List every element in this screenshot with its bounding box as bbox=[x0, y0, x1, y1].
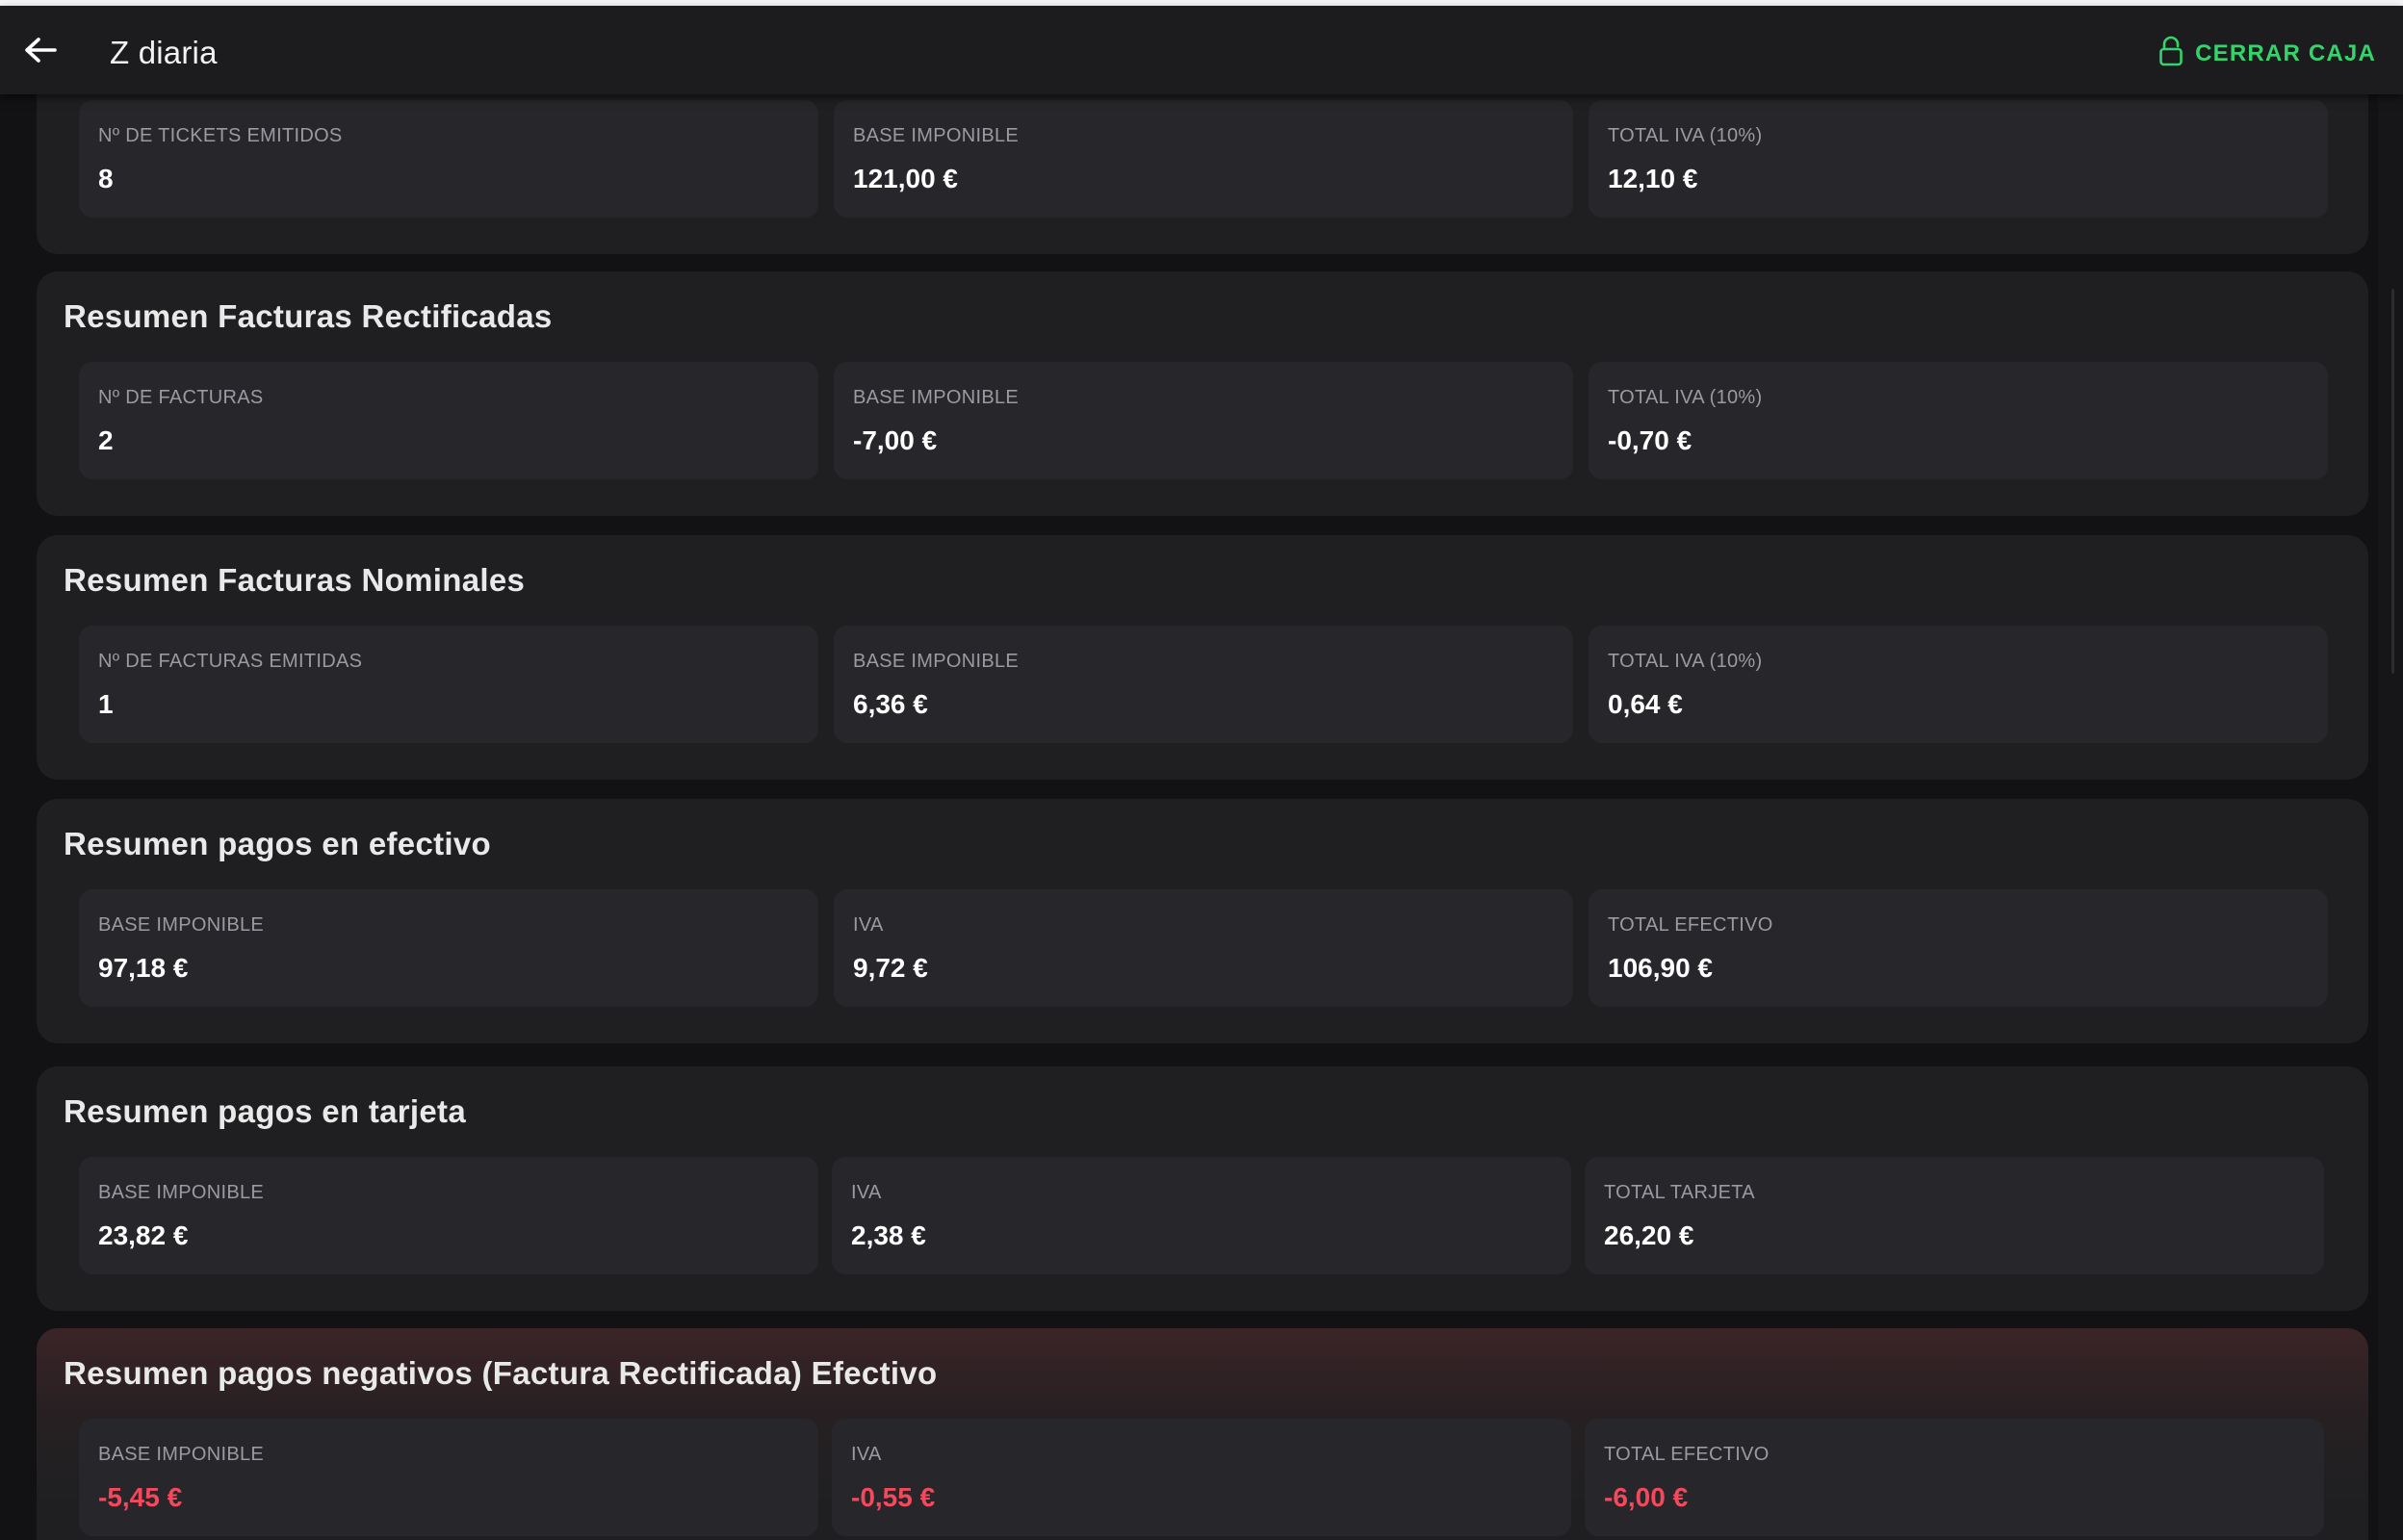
stat-value: 97,18 € bbox=[98, 953, 189, 983]
stat-card: IVA -0,55 € bbox=[832, 1419, 1571, 1536]
stat-card: TOTAL EFECTIVO -6,00 € bbox=[1585, 1419, 2324, 1536]
section-title: Resumen Facturas Nominales bbox=[64, 562, 526, 598]
page-title: Z diaria bbox=[110, 35, 218, 70]
stat-value: 121,00 € bbox=[853, 164, 958, 193]
close-register-button[interactable]: CERRAR CAJA bbox=[2158, 35, 2376, 73]
app-bar: Z diaria CERRAR CAJA bbox=[0, 6, 2403, 94]
close-register-label: CERRAR CAJA bbox=[2195, 40, 2376, 66]
report-content[interactable]: Nº DE TICKETS EMITIDOS 8 BASE IMPONIBLE … bbox=[0, 94, 2378, 1540]
stat-label: BASE IMPONIBLE bbox=[853, 125, 1020, 146]
section-nominal-invoices: Resumen Facturas Nominales Nº DE FACTURA… bbox=[37, 535, 2368, 780]
stat-card: Nº DE FACTURAS EMITIDAS 1 bbox=[79, 626, 818, 743]
stat-label: IVA bbox=[851, 1182, 882, 1203]
section-title: Resumen pagos en tarjeta bbox=[64, 1093, 466, 1129]
stat-value: 2,38 € bbox=[851, 1220, 926, 1250]
stat-value: 9,72 € bbox=[853, 953, 928, 983]
back-button[interactable] bbox=[21, 33, 60, 71]
stat-label: TOTAL IVA (10%) bbox=[1608, 125, 1763, 146]
section-cash-payments: Resumen pagos en efectivo BASE IMPONIBLE… bbox=[37, 799, 2368, 1043]
stat-value: 1 bbox=[98, 689, 114, 719]
stat-label: TOTAL TARJETA bbox=[1604, 1182, 1755, 1203]
stat-value: -7,00 € bbox=[853, 425, 938, 455]
stat-label: TOTAL IVA (10%) bbox=[1608, 651, 1763, 672]
stat-label: BASE IMPONIBLE bbox=[98, 1182, 265, 1203]
stat-value-negative: -5,45 € bbox=[98, 1482, 183, 1512]
arrow-left-icon bbox=[24, 37, 57, 68]
stat-label: BASE IMPONIBLE bbox=[853, 387, 1020, 408]
stat-card: TOTAL IVA (10%) 12,10 € bbox=[1589, 100, 2328, 218]
scrollbar-track[interactable] bbox=[2378, 94, 2403, 1540]
section-title: Resumen Facturas Rectificadas bbox=[64, 298, 553, 334]
section-negative-cash-payments: Resumen pagos negativos (Factura Rectifi… bbox=[37, 1328, 2368, 1540]
stat-card: IVA 2,38 € bbox=[832, 1157, 1571, 1274]
stat-card: TOTAL IVA (10%) -0,70 € bbox=[1589, 362, 2328, 479]
stat-card: BASE IMPONIBLE 97,18 € bbox=[79, 889, 818, 1007]
stat-card: Nº DE TICKETS EMITIDOS 8 bbox=[79, 100, 818, 218]
stat-value: 106,90 € bbox=[1608, 953, 1713, 983]
stat-card: TOTAL EFECTIVO 106,90 € bbox=[1589, 889, 2328, 1007]
section-card-payments: Resumen pagos en tarjeta BASE IMPONIBLE … bbox=[37, 1066, 2368, 1311]
stat-card: TOTAL TARJETA 26,20 € bbox=[1585, 1157, 2324, 1274]
stat-label: IVA bbox=[851, 1444, 882, 1465]
stat-label: BASE IMPONIBLE bbox=[853, 651, 1020, 672]
stat-label: TOTAL EFECTIVO bbox=[1604, 1444, 1770, 1465]
stat-value: 0,64 € bbox=[1608, 689, 1683, 719]
stat-card: TOTAL IVA (10%) 0,64 € bbox=[1589, 626, 2328, 743]
stat-value: 23,82 € bbox=[98, 1220, 189, 1250]
section-title: Resumen pagos negativos (Factura Rectifi… bbox=[64, 1355, 938, 1391]
stat-label: TOTAL IVA (10%) bbox=[1608, 387, 1763, 408]
stat-card: BASE IMPONIBLE -7,00 € bbox=[834, 362, 1573, 479]
lock-icon bbox=[2158, 36, 2183, 73]
stat-value: -0,70 € bbox=[1608, 425, 1692, 455]
stat-value: 8 bbox=[98, 164, 114, 193]
stat-label: IVA bbox=[853, 914, 884, 936]
stat-card: Nº DE FACTURAS 2 bbox=[79, 362, 818, 479]
section-rectified-invoices: Resumen Facturas Rectificadas Nº DE FACT… bbox=[37, 271, 2368, 516]
stat-label: Nº DE FACTURAS EMITIDAS bbox=[98, 651, 363, 672]
stat-value: 12,10 € bbox=[1608, 164, 1698, 193]
stat-label: Nº DE TICKETS EMITIDOS bbox=[98, 125, 343, 146]
scrollbar-thumb[interactable] bbox=[2391, 289, 2394, 674]
stat-label: BASE IMPONIBLE bbox=[98, 914, 265, 936]
stat-value: 2 bbox=[98, 425, 114, 455]
stat-card: BASE IMPONIBLE 23,82 € bbox=[79, 1157, 818, 1274]
stat-value-negative: -0,55 € bbox=[851, 1482, 936, 1512]
stat-card: BASE IMPONIBLE -5,45 € bbox=[79, 1419, 818, 1536]
stat-value-negative: -6,00 € bbox=[1604, 1482, 1689, 1512]
stat-value: 26,20 € bbox=[1604, 1220, 1694, 1250]
stat-value: 6,36 € bbox=[853, 689, 928, 719]
stat-label: Nº DE FACTURAS bbox=[98, 387, 264, 408]
stat-card: BASE IMPONIBLE 6,36 € bbox=[834, 626, 1573, 743]
section-tickets: Nº DE TICKETS EMITIDOS 8 BASE IMPONIBLE … bbox=[37, 94, 2368, 254]
section-title: Resumen pagos en efectivo bbox=[64, 826, 491, 861]
stat-card: BASE IMPONIBLE 121,00 € bbox=[834, 100, 1573, 218]
stat-card: IVA 9,72 € bbox=[834, 889, 1573, 1007]
stat-label: TOTAL EFECTIVO bbox=[1608, 914, 1773, 936]
stat-label: BASE IMPONIBLE bbox=[98, 1444, 265, 1465]
